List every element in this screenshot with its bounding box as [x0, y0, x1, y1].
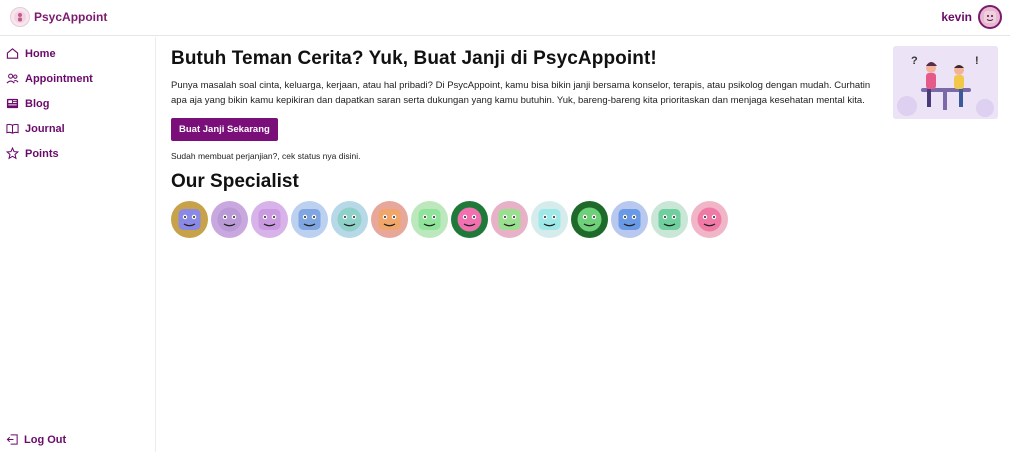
sidebar-item-home[interactable]: Home	[6, 47, 56, 60]
logout-icon	[6, 434, 18, 445]
specialist-avatar[interactable]	[411, 201, 448, 238]
avatar[interactable]	[978, 5, 1002, 29]
specialist-list	[171, 201, 891, 238]
brand-name: PsycAppoint	[34, 10, 108, 24]
specialist-avatar[interactable]	[571, 201, 608, 238]
logout-label: Log Out	[24, 433, 67, 446]
book-icon	[6, 123, 19, 134]
specialist-avatar[interactable]	[691, 201, 728, 238]
brand[interactable]: PsycAppoint	[10, 7, 107, 27]
logout-button[interactable]: Log Out	[6, 433, 66, 446]
make-appointment-button[interactable]: Buat Janji Sekarang	[171, 118, 278, 141]
user-menu[interactable]: kevin	[941, 5, 1002, 29]
users-icon	[6, 73, 19, 84]
specialist-avatar[interactable]	[531, 201, 568, 238]
specialist-avatar[interactable]	[491, 201, 528, 238]
home-icon	[6, 48, 19, 59]
sidebar-item-label: Points	[25, 147, 59, 160]
sidebar-item-appointment[interactable]: Appointment	[6, 72, 93, 85]
specialist-avatar[interactable]	[451, 201, 488, 238]
sidebar-item-label: Journal	[25, 122, 65, 135]
page-title: Butuh Teman Cerita? Yuk, Buat Janji di P…	[171, 48, 657, 69]
main-content: Butuh Teman Cerita? Yuk, Buat Janji di P…	[171, 48, 891, 238]
specialists-title: Our Specialist	[171, 171, 299, 192]
svg-text:?: ?	[911, 55, 918, 67]
sidebar-item-journal[interactable]: Journal	[6, 122, 65, 135]
user-name: kevin	[941, 10, 972, 24]
specialist-avatar[interactable]	[331, 201, 368, 238]
sidebar-item-blog[interactable]: Blog	[6, 97, 49, 110]
specialist-avatar[interactable]	[251, 201, 288, 238]
star-icon	[6, 147, 19, 160]
sidebar: Home Appointment Blog Journal Points Log…	[0, 37, 156, 452]
specialist-avatar[interactable]	[651, 201, 688, 238]
specialist-avatar[interactable]	[611, 201, 648, 238]
specialist-avatar[interactable]	[211, 201, 248, 238]
specialist-avatar[interactable]	[171, 201, 208, 238]
blog-icon	[6, 98, 19, 109]
sidebar-item-label: Blog	[25, 97, 50, 110]
svg-text:!: !	[975, 55, 979, 67]
specialist-avatar[interactable]	[291, 201, 328, 238]
appointment-status-link[interactable]: Sudah membuat perjanjian?, cek status ny…	[171, 151, 891, 161]
top-bar: PsycAppoint kevin	[0, 0, 1010, 36]
sidebar-item-points[interactable]: Points	[6, 147, 59, 160]
sidebar-item-label: Appointment	[25, 72, 93, 85]
specialist-avatar[interactable]	[371, 201, 408, 238]
intro-description: Punya masalah soal cinta, keluarga, kerj…	[171, 80, 871, 106]
sidebar-item-label: Home	[25, 47, 56, 60]
hero-illustration: ? !	[893, 46, 998, 119]
brand-logo-icon	[10, 7, 30, 27]
